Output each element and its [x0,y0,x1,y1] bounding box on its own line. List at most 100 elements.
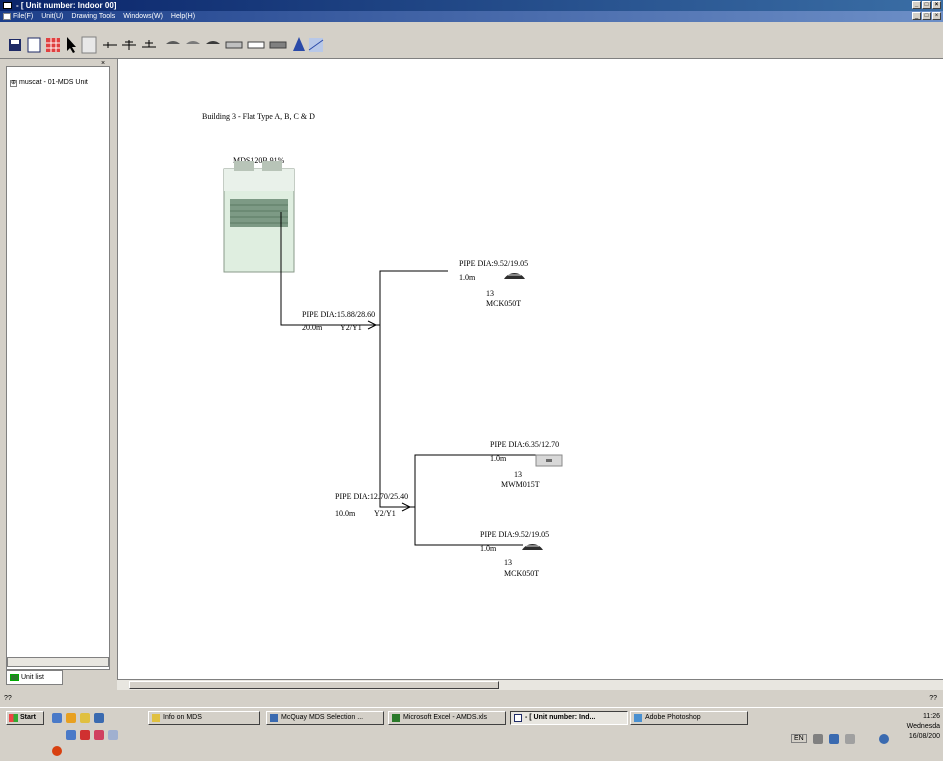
ceiling-unit-icon[interactable] [186,41,200,44]
task-label: Info on MDS [163,714,202,721]
media-quicklaunch-icon[interactable] [94,730,104,740]
app-window-icon [270,714,278,722]
save-icon[interactable] [9,39,21,51]
tree-item-project[interactable]: ⊕ muscat - 01-MDS Unit [10,79,108,87]
app-icon[interactable] [3,2,12,9]
canvas-horizontal-scrollbar[interactable] [117,679,943,690]
diagram-heading: Building 3 - Flat Type A, B, C & D [202,112,315,121]
close-button[interactable]: × [932,1,941,9]
tab-unit-list[interactable]: Unit list [6,670,63,685]
new-document-icon[interactable] [27,37,41,53]
branch-3-model: MCK050T [504,569,539,578]
window-title: - [ Unit number: Indoor 00] [16,1,117,10]
task-mcquay-selection[interactable]: McQuay MDS Selection ... [266,711,384,725]
excel-icon [392,714,400,722]
menu-windows[interactable]: Windows(W) [123,11,163,22]
status-bar: ?? ?? [0,691,943,707]
tab-unit-list-label: Unit list [21,674,44,681]
task-photoshop[interactable]: Adobe Photoshop [630,711,748,725]
outdoor-unit[interactable] [223,161,295,273]
task-excel[interactable]: Microsoft Excel - AMDS.xls [388,711,506,725]
clock[interactable]: 11:26 Wednesda 16/08/200 [907,712,940,742]
joint-markers [367,320,412,512]
branch-2-number: 13 [514,470,522,479]
toolbar [0,22,943,59]
document-icon[interactable] [3,13,11,20]
folder-icon [152,714,160,722]
pipe-dia-main: PIPE DIA:15.88/28.60 [302,310,375,319]
network-tray-icon[interactable] [813,734,823,744]
branch-1-length: 1.0m [459,273,476,282]
window-title-bar[interactable]: - [ Unit number: Indoor 00] _ □ × [0,0,943,11]
branch-1-number: 13 [486,289,494,298]
acrobat-quicklaunch-icon[interactable] [80,730,90,740]
task-label: Microsoft Excel - AMDS.xls [403,714,488,721]
panel-horizontal-scrollbar[interactable] [7,657,109,667]
menu-file[interactable]: File(F) [13,11,33,22]
volume-tray-icon[interactable] [879,734,889,744]
map-icon[interactable] [308,38,324,52]
doc-restore-button[interactable]: □ [922,12,931,20]
outlook-quicklaunch-icon[interactable] [66,713,76,723]
branch-1-model: MCK050T [486,299,521,308]
folder-quicklaunch-icon[interactable] [80,713,90,723]
minimize-button[interactable]: _ [912,1,921,9]
start-label: Start [20,714,36,721]
desktop-quicklaunch-icon[interactable] [94,713,104,723]
task-label: - [ Unit number: Ind... [525,714,596,721]
drawing-canvas[interactable]: Building 3 - Flat Type A, B, C & D MDS12… [117,59,943,679]
status-text: ?? [4,695,12,702]
menu-help[interactable]: Help(H) [171,11,195,22]
menu-drawing-tools[interactable]: Drawing Tools [71,11,115,22]
wall-unit-icon[interactable] [225,41,243,49]
document-window-controls: _ □ × [912,12,941,20]
windows-flag-icon [9,714,18,722]
outdoor-unit-icon[interactable] [293,37,305,51]
ducted-unit-icon[interactable] [206,41,220,44]
ie-quicklaunch-icon[interactable] [66,730,76,740]
start-button[interactable]: Start [6,711,44,725]
toolbar-icons [9,36,324,54]
branch-3-number: 13 [504,558,512,567]
cassette-unit-1[interactable] [504,273,525,279]
cassette-unit-3[interactable] [522,544,543,550]
branch-3-length: 1.0m [480,544,497,553]
page-icon[interactable] [81,36,97,54]
branch-3-pipe-dia: PIPE DIA:9.52/19.05 [480,530,549,539]
display-tray-icon[interactable] [829,734,839,744]
pipe-dia-second: PIPE DIA:12.70/25.40 [335,492,408,501]
grid-icon[interactable] [46,38,60,52]
doc-minimize-button[interactable]: _ [912,12,921,20]
header-joint-icon[interactable] [142,40,156,48]
expand-icon[interactable]: ⊕ [10,80,17,87]
pipe-joint-icon[interactable] [103,42,117,48]
branch-2-model: MWM015T [501,480,540,489]
concealed-unit-icon[interactable] [269,41,287,49]
scrollbar-thumb[interactable] [129,681,499,689]
doc-close-button[interactable]: × [932,12,941,20]
wall-unit-2[interactable] [535,454,563,467]
pipe-joint-second: Y2/Y1 [374,509,396,518]
app-quicklaunch-icon[interactable] [52,746,62,756]
pointer-icon[interactable] [67,37,76,53]
tree-item-label: muscat - 01-MDS Unit [19,79,88,86]
clock-time: 11:26 [923,713,940,720]
language-indicator[interactable]: EN [791,734,807,743]
task-unit-number[interactable]: - [ Unit number: Ind... [510,711,628,725]
task-info-on-mds[interactable]: Info on MDS [148,711,260,725]
document-quicklaunch-icon[interactable] [108,730,118,740]
unit-tree-panel: ⊕ muscat - 01-MDS Unit [6,66,110,670]
cassette-unit-icon[interactable] [166,41,180,44]
menu-unit[interactable]: Unit(U) [41,11,63,22]
help-tray-icon[interactable] [845,734,855,744]
clock-date: 16/08/200 [908,733,940,740]
branch-2-length: 1.0m [490,454,507,463]
menu-bar: File(F) Unit(U) Drawing Tools Windows(W)… [0,11,943,22]
branch-joint-icon[interactable] [122,40,136,50]
branch-2-pipe-dia: PIPE DIA:6.35/12.70 [490,440,559,449]
restore-button[interactable]: □ [922,1,931,9]
branch-1-pipe-dia: PIPE DIA:9.52/19.05 [459,259,528,268]
pipe-length-second: 10.0m [335,509,356,518]
browser-quicklaunch-icon[interactable] [52,713,62,723]
floor-unit-icon[interactable] [247,41,265,49]
